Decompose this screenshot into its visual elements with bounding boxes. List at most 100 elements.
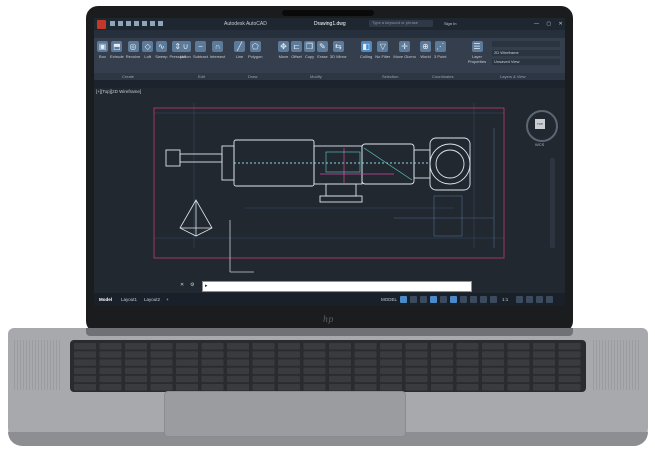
keyboard-key[interactable] — [278, 375, 300, 383]
keyboard-key[interactable] — [74, 359, 96, 366]
keyboard-key[interactable] — [456, 351, 479, 358]
gizmo-toggle-icon[interactable] — [490, 296, 497, 303]
keyboard-key[interactable] — [482, 375, 504, 383]
keyboard-key[interactable] — [482, 343, 504, 350]
keyboard-key[interactable] — [354, 343, 377, 350]
keyboard-key[interactable] — [533, 343, 555, 350]
copy-button[interactable]: ❐ Copy — [304, 41, 315, 59]
move-gizmo-button[interactable]: ✛ Move Gizmo — [393, 41, 416, 59]
keyboard-key[interactable] — [456, 375, 479, 383]
object-snap-icon[interactable] — [450, 296, 457, 303]
keyboard-key[interactable] — [99, 351, 122, 358]
keyboard-key[interactable] — [533, 375, 555, 383]
keyboard-key[interactable] — [252, 384, 275, 391]
keyboard-key[interactable] — [431, 359, 453, 366]
keyboard-key[interactable] — [482, 384, 504, 391]
keyboard-key[interactable] — [456, 384, 479, 391]
keyboard-key[interactable] — [303, 343, 326, 350]
keyboard-key[interactable] — [176, 351, 198, 358]
tab-layout1[interactable]: Layout1 — [121, 293, 137, 306]
keyboard-key[interactable] — [252, 359, 275, 366]
keyboard-key[interactable] — [380, 375, 402, 383]
command-close-icon[interactable]: ✕ — [180, 282, 184, 288]
keyboard-key[interactable] — [201, 375, 224, 383]
extrude-button[interactable]: ⬒ Extrude — [110, 41, 124, 59]
keyboard-key[interactable] — [227, 384, 249, 391]
keyboard-key[interactable] — [507, 375, 530, 383]
keyboard-key[interactable] — [507, 359, 530, 366]
window-controls[interactable]: — ▢ ✕ — [534, 18, 565, 30]
save-as-icon[interactable] — [134, 21, 139, 26]
keyboard-key[interactable] — [278, 359, 300, 366]
keyboard-key[interactable] — [533, 367, 555, 375]
keyboard-key[interactable] — [354, 384, 377, 391]
keyboard-key[interactable] — [150, 351, 173, 358]
redo-icon[interactable] — [158, 21, 163, 26]
keyboard-key[interactable] — [558, 351, 581, 358]
keyboard-key[interactable] — [150, 367, 173, 375]
keyboard[interactable] — [70, 340, 586, 392]
keyboard-key[interactable] — [150, 343, 173, 350]
layer-properties-button[interactable]: ☰ Layer Properties — [466, 41, 488, 64]
keyboard-key[interactable] — [329, 343, 351, 350]
loft-button[interactable]: ◇ Loft — [142, 41, 154, 59]
keyboard-key[interactable] — [456, 367, 479, 375]
keyboard-key[interactable] — [380, 384, 402, 391]
keyboard-key[interactable] — [125, 343, 147, 350]
keyboard-key[interactable] — [227, 351, 249, 358]
sign-in-link[interactable]: Sign In — [444, 18, 456, 30]
keyboard-key[interactable] — [201, 384, 224, 391]
keyboard-key[interactable] — [354, 351, 377, 358]
keyboard-key[interactable] — [150, 375, 173, 383]
sweep-button[interactable]: ∿ Sweep — [155, 41, 167, 59]
open-file-icon[interactable] — [118, 21, 123, 26]
line-button[interactable]: ╱ Line — [234, 41, 245, 59]
keyboard-key[interactable] — [303, 375, 326, 383]
keyboard-key[interactable] — [329, 359, 351, 366]
keyboard-key[interactable] — [482, 359, 504, 366]
customization-menu-icon[interactable] — [546, 296, 553, 303]
keyboard-key[interactable] — [354, 375, 377, 383]
world-button[interactable]: ⊕ World — [420, 41, 431, 59]
keyboard-key[interactable] — [507, 343, 530, 350]
revolve-button[interactable]: ◎ Revolve — [126, 41, 140, 59]
navigation-bar[interactable] — [550, 158, 555, 248]
keyboard-key[interactable] — [74, 384, 96, 391]
polygon-button[interactable]: ⬠ Polygon — [248, 41, 262, 59]
panel-title-coordinates[interactable]: Coordinates — [432, 73, 454, 80]
keyboard-key[interactable] — [354, 367, 377, 375]
keyboard-key[interactable] — [329, 367, 351, 375]
keyboard-key[interactable] — [176, 384, 198, 391]
keyboard-key[interactable] — [227, 375, 249, 383]
keyboard-key[interactable] — [558, 375, 581, 383]
keyboard-key[interactable] — [252, 367, 275, 375]
keyboard-key[interactable] — [405, 367, 428, 375]
keyboard-key[interactable] — [278, 367, 300, 375]
keyboard-key[interactable] — [99, 343, 122, 350]
panel-title-draw[interactable]: Draw — [248, 73, 257, 80]
keyboard-key[interactable] — [201, 367, 224, 375]
keyboard-key[interactable] — [558, 343, 581, 350]
keyboard-key[interactable] — [125, 351, 147, 358]
keyboard-key[interactable] — [456, 359, 479, 366]
lineweight-icon[interactable] — [460, 296, 467, 303]
keyboard-key[interactable] — [431, 375, 453, 383]
union-button[interactable]: ∪ Union — [180, 41, 191, 59]
keyboard-key[interactable] — [405, 375, 428, 383]
keyboard-key[interactable] — [482, 351, 504, 358]
subtract-button[interactable]: − Subtract — [193, 41, 208, 59]
keyboard-key[interactable] — [456, 343, 479, 350]
keyboard-key[interactable] — [74, 343, 96, 350]
panel-title-selection[interactable]: Selection — [382, 73, 398, 80]
keyboard-key[interactable] — [431, 384, 453, 391]
fullscreen-icon[interactable] — [536, 296, 543, 303]
keyboard-key[interactable] — [201, 343, 224, 350]
panel-title-modify[interactable]: Modify — [310, 73, 322, 80]
keyboard-key[interactable] — [482, 367, 504, 375]
keyboard-key[interactable] — [507, 351, 530, 358]
keyboard-key[interactable] — [74, 375, 96, 383]
keyboard-key[interactable] — [125, 384, 147, 391]
panel-title-edit[interactable]: Edit — [198, 73, 205, 80]
gear-icon[interactable] — [516, 296, 523, 303]
keyboard-key[interactable] — [150, 359, 173, 366]
